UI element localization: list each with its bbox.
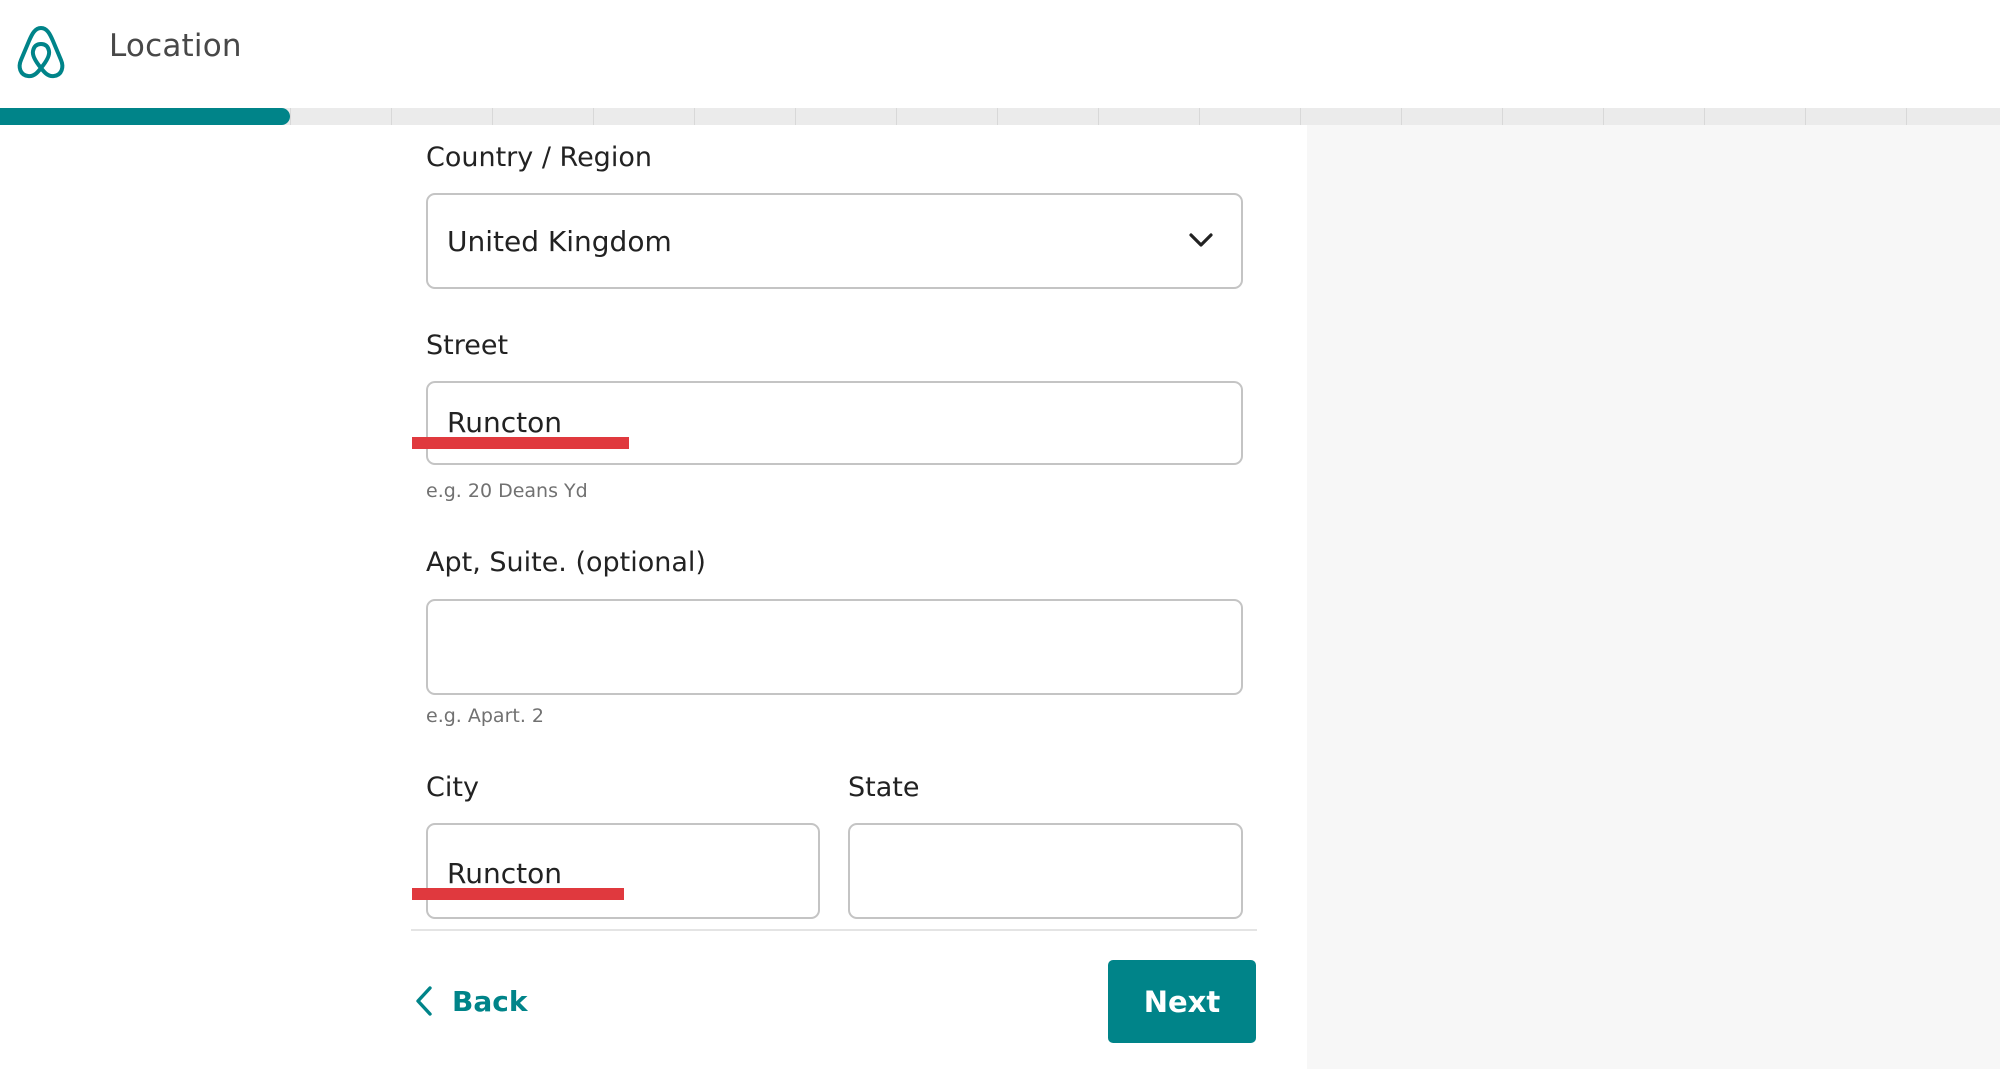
progress-segment-divider xyxy=(1199,108,1200,125)
progress-segment-divider xyxy=(492,108,493,125)
street-input[interactable]: Runcton xyxy=(426,381,1243,465)
progress-segment-divider xyxy=(1704,108,1705,125)
right-side-panel xyxy=(1307,125,2000,1069)
progress-segment-divider xyxy=(1300,108,1301,125)
apt-label: Apt, Suite. (optional) xyxy=(426,547,706,578)
top-header: Location xyxy=(0,0,2000,108)
city-value: Runcton xyxy=(447,857,562,890)
airbnb-logo-icon[interactable] xyxy=(16,24,66,80)
progress-segment-divider xyxy=(391,108,392,125)
footer-divider xyxy=(411,929,1257,931)
country-label: Country / Region xyxy=(426,142,652,173)
red-underline-annotation xyxy=(412,888,624,900)
chevron-down-icon xyxy=(1189,233,1213,247)
progress-segment-divider xyxy=(1098,108,1099,125)
progress-segment-divider xyxy=(694,108,695,125)
city-label: City xyxy=(426,772,479,803)
chevron-left-icon xyxy=(416,986,432,1016)
progress-segment-divider xyxy=(593,108,594,125)
progress-segment-divider xyxy=(1502,108,1503,125)
country-value: United Kingdom xyxy=(447,225,672,258)
progress-segment-divider xyxy=(997,108,998,125)
back-label: Back xyxy=(452,984,528,1018)
street-hint: e.g. 20 Deans Yd xyxy=(426,480,588,502)
progress-segment-divider xyxy=(795,108,796,125)
street-label: Street xyxy=(426,330,509,361)
city-input[interactable]: Runcton xyxy=(426,823,820,919)
progress-segment-divider xyxy=(1603,108,1604,125)
progress-segment-divider xyxy=(1401,108,1402,125)
progress-segment-divider xyxy=(1906,108,1907,125)
progress-segment-divider xyxy=(290,108,291,125)
progress-segment-divider xyxy=(1805,108,1806,125)
street-value: Runcton xyxy=(447,406,562,439)
page-title: Location xyxy=(109,28,242,64)
back-button[interactable]: Back xyxy=(414,980,527,1022)
progress-segment-divider xyxy=(896,108,897,125)
apt-input[interactable] xyxy=(426,599,1243,695)
progress-track xyxy=(0,108,2000,125)
state-input[interactable] xyxy=(848,823,1243,919)
state-label: State xyxy=(848,772,920,803)
red-underline-annotation xyxy=(412,437,629,449)
next-button[interactable]: Next xyxy=(1108,960,1256,1043)
apt-hint: e.g. Apart. 2 xyxy=(426,705,544,727)
country-select[interactable]: United Kingdom xyxy=(426,193,1243,289)
progress-fill xyxy=(0,108,290,125)
